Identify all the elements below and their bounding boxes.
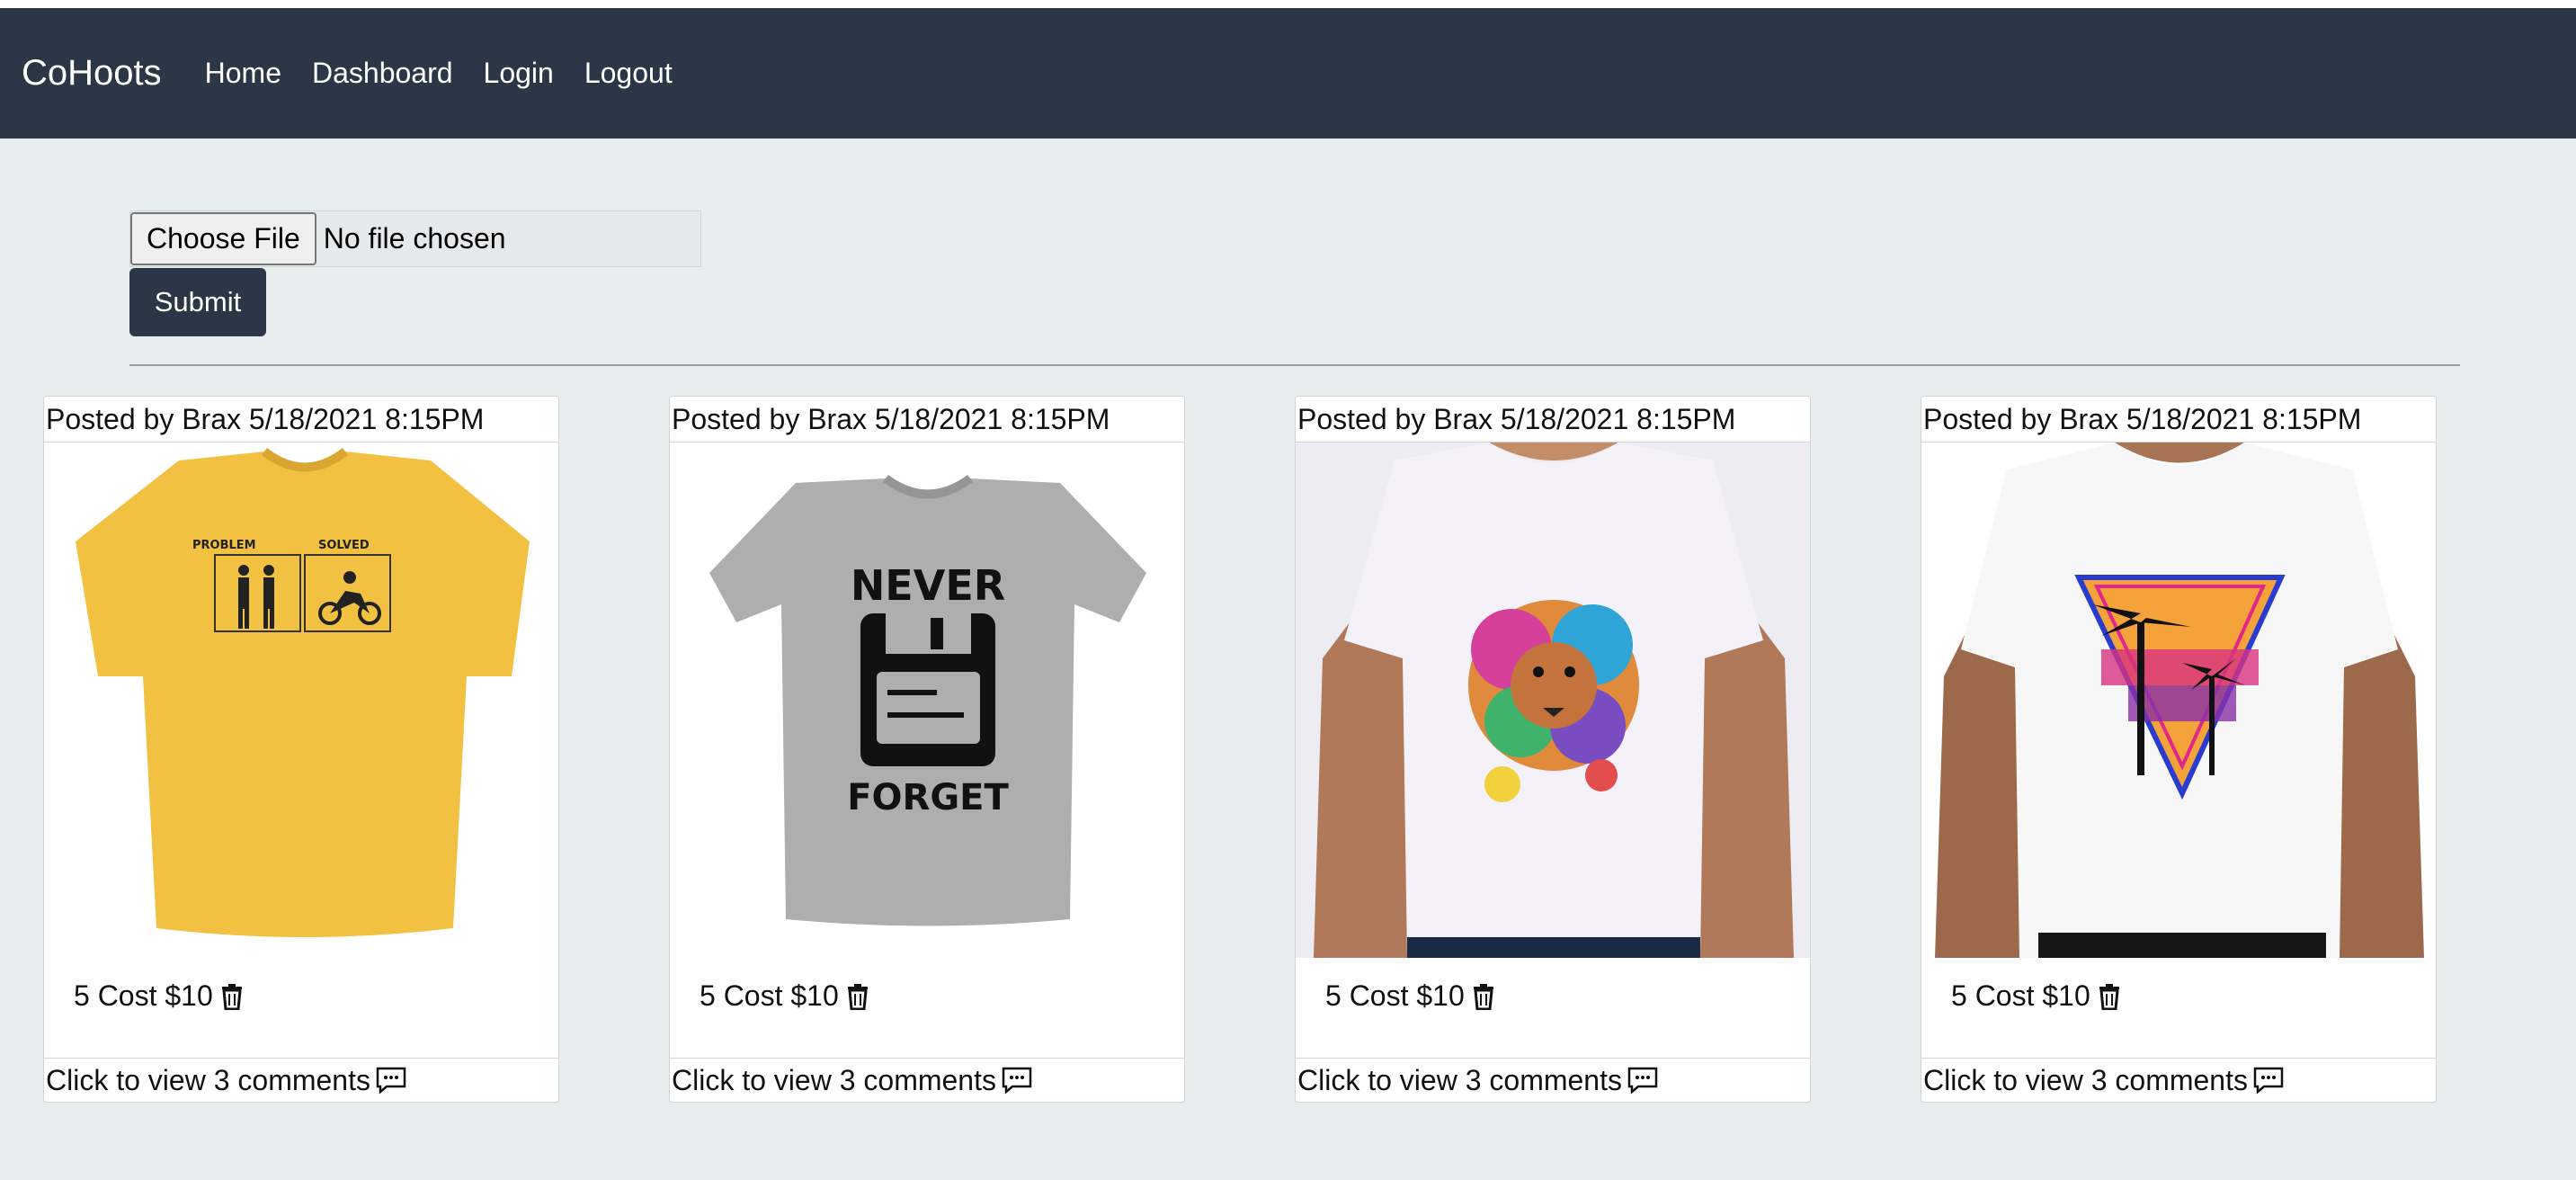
post-body: 5 Cost $10 — [44, 958, 558, 1073]
trash-icon[interactable] — [846, 983, 869, 1010]
post-card: Posted by Brax 5/18/2021 8:15PM 5 Cost $… — [1295, 396, 1811, 1103]
trash-icon[interactable] — [2098, 983, 2121, 1010]
post-cost: 5 Cost $10 — [700, 979, 839, 1012]
comments-text: Click to view 3 comments — [672, 1063, 996, 1096]
post-cost: 5 Cost $10 — [74, 979, 213, 1012]
file-input[interactable]: Choose File No file chosen — [129, 210, 701, 267]
comments-text: Click to view 3 comments — [46, 1063, 370, 1096]
post-card: Posted by Brax 5/18/2021 8:15PM NEVER FO… — [669, 396, 1185, 1103]
shirt-text-problem: PROBLEM — [192, 539, 256, 552]
nav-link-logout[interactable]: Logout — [584, 57, 673, 90]
top-strip — [0, 0, 2576, 8]
submit-button[interactable]: Submit — [129, 268, 266, 336]
nav-link-login[interactable]: Login — [484, 57, 554, 90]
post-body: 5 Cost $10 — [1296, 958, 1810, 1073]
nav-link-dashboard[interactable]: Dashboard — [312, 57, 453, 90]
post-cost: 5 Cost $10 — [1325, 979, 1465, 1012]
chat-bubble-icon — [2253, 1067, 2284, 1094]
post-image[interactable] — [1921, 442, 2436, 958]
shirt-text-solved: SOLVED — [318, 539, 370, 552]
shirt-text-never: NEVER — [851, 561, 1005, 610]
comments-text: Click to view 3 comments — [1297, 1063, 1622, 1096]
shirt-text-forget: FORGET — [847, 777, 1009, 818]
post-image[interactable]: NEVER FORGET — [670, 442, 1184, 958]
comments-text: Click to view 3 comments — [1923, 1063, 2248, 1096]
post-card: Posted by Brax 5/18/2021 8:15PM 5 Cost $… — [1921, 396, 2437, 1103]
trash-icon[interactable] — [220, 983, 244, 1010]
chat-bubble-icon — [1627, 1067, 1658, 1094]
post-body: 5 Cost $10 — [1921, 958, 2436, 1073]
post-header: Posted by Brax 5/18/2021 8:15PM — [1921, 397, 2436, 442]
post-image[interactable]: PROBLEM SOLVED — [44, 442, 558, 958]
chat-bubble-icon — [1002, 1067, 1032, 1094]
chat-bubble-icon — [376, 1067, 406, 1094]
navbar: CoHoots Home Dashboard Login Logout — [0, 8, 2576, 139]
post-header: Posted by Brax 5/18/2021 8:15PM — [670, 397, 1184, 442]
divider — [129, 364, 2460, 366]
post-comments-link[interactable]: Click to view 3 comments — [1296, 1058, 1810, 1102]
trash-icon[interactable] — [1472, 983, 1495, 1010]
nav-link-home[interactable]: Home — [205, 57, 281, 90]
post-image[interactable] — [1296, 442, 1810, 958]
post-body: 5 Cost $10 — [670, 958, 1184, 1073]
post-comments-link[interactable]: Click to view 3 comments — [44, 1058, 558, 1102]
post-header: Posted by Brax 5/18/2021 8:15PM — [44, 397, 558, 442]
post-card: Posted by Brax 5/18/2021 8:15PM PROBLEM … — [43, 396, 559, 1103]
post-header: Posted by Brax 5/18/2021 8:15PM — [1296, 397, 1810, 442]
post-comments-link[interactable]: Click to view 3 comments — [670, 1058, 1184, 1102]
post-comments-link[interactable]: Click to view 3 comments — [1921, 1058, 2436, 1102]
post-cost: 5 Cost $10 — [1951, 979, 2090, 1012]
brand-logo[interactable]: CoHoots — [22, 53, 162, 94]
choose-file-button[interactable]: Choose File — [130, 212, 316, 265]
file-status-text: No file chosen — [323, 222, 506, 255]
